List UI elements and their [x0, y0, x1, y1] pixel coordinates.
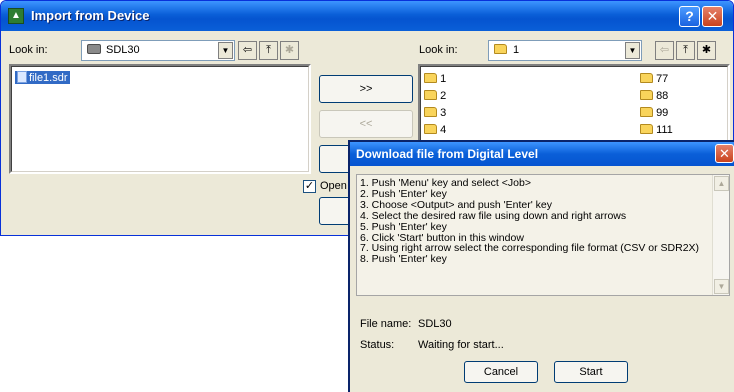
- folder-icon: [640, 124, 653, 134]
- dialog-title-bar[interactable]: Download file from Digital Level ✕: [350, 142, 734, 166]
- back-icon[interactable]: ⇦: [238, 41, 257, 60]
- list-item[interactable]: 3: [424, 107, 446, 119]
- list-item[interactable]: 77: [640, 73, 668, 85]
- scroll-up-icon[interactable]: ▲: [714, 176, 729, 191]
- list-item[interactable]: 111: [640, 124, 673, 136]
- right-look-in-label: Look in:: [419, 44, 458, 56]
- right-look-in-value: 1: [513, 44, 520, 56]
- folder-icon: [424, 124, 437, 134]
- up-folder-icon[interactable]: ⤒: [259, 41, 278, 60]
- folder-icon: [424, 73, 437, 83]
- file-icon: [17, 71, 27, 83]
- scroll-down-icon[interactable]: ▼: [714, 279, 729, 294]
- open-checkbox-label: Open: [320, 180, 347, 192]
- folder-icon: [424, 90, 437, 100]
- new-folder-icon[interactable]: ✱: [280, 41, 299, 60]
- start-button[interactable]: Start: [554, 361, 628, 383]
- folder-icon: [640, 73, 653, 83]
- folder-icon: [640, 107, 653, 117]
- dialog-close-button[interactable]: ✕: [715, 144, 734, 163]
- folder-icon: [494, 44, 507, 54]
- download-dialog: Download file from Digital Level ✕ 1. Pu…: [348, 140, 734, 392]
- close-button[interactable]: ✕: [702, 6, 723, 27]
- right-look-in-combo[interactable]: 1 ▼: [488, 40, 642, 61]
- left-look-in-label: Look in:: [9, 44, 48, 56]
- list-item[interactable]: 88: [640, 90, 668, 102]
- list-item[interactable]: 4: [424, 124, 446, 136]
- vertical-scrollbar[interactable]: ▲ ▼: [712, 175, 729, 295]
- instruction-line: 5. Push 'Enter' key: [360, 220, 447, 233]
- window-title: Import from Device: [31, 8, 150, 23]
- chevron-down-icon[interactable]: ▼: [625, 42, 640, 59]
- device-file-list[interactable]: file1.sdr: [9, 64, 311, 174]
- list-item[interactable]: 1: [424, 73, 446, 85]
- app-icon: ▲: [8, 8, 24, 24]
- left-look-in-combo[interactable]: SDL30 ▼: [81, 40, 235, 61]
- dialog-title: Download file from Digital Level: [356, 147, 539, 161]
- move-left-button[interactable]: <<: [319, 110, 413, 138]
- title-bar[interactable]: ▲ Import from Device ? ✕: [1, 1, 733, 31]
- move-right-button[interactable]: >>: [319, 75, 413, 103]
- instructions-textarea[interactable]: 1. Push 'Menu' key and select <Job> 2. P…: [356, 174, 730, 296]
- list-item[interactable]: 99: [640, 107, 668, 119]
- up-folder-icon[interactable]: ⤒: [676, 41, 695, 60]
- file-name-value: SDL30: [418, 318, 452, 330]
- file-name: file1.sdr: [29, 72, 68, 84]
- status-label: Status:: [360, 339, 395, 351]
- instruction-line: 8. Push 'Enter' key: [360, 253, 447, 266]
- new-folder-icon[interactable]: ✱: [697, 41, 716, 60]
- help-button[interactable]: ?: [679, 6, 700, 27]
- chevron-down-icon[interactable]: ▼: [218, 42, 233, 59]
- list-item[interactable]: file1.sdr: [15, 71, 70, 84]
- folder-icon: [640, 90, 653, 100]
- open-checkbox[interactable]: ✓: [303, 180, 316, 193]
- instruction-line: 4. Select the desired raw file using dow…: [360, 209, 627, 222]
- status-value: Waiting for start...: [418, 339, 504, 351]
- cancel-button[interactable]: Cancel: [464, 361, 538, 383]
- left-look-in-value: SDL30: [106, 44, 140, 56]
- folder-icon: [424, 107, 437, 117]
- back-icon[interactable]: ⇦: [655, 41, 674, 60]
- list-item[interactable]: 2: [424, 90, 446, 102]
- instructions-text: 1. Push 'Menu' key and select <Job> 2. P…: [360, 178, 699, 265]
- file-name-label: File name:: [360, 318, 412, 330]
- drive-icon: [87, 44, 101, 54]
